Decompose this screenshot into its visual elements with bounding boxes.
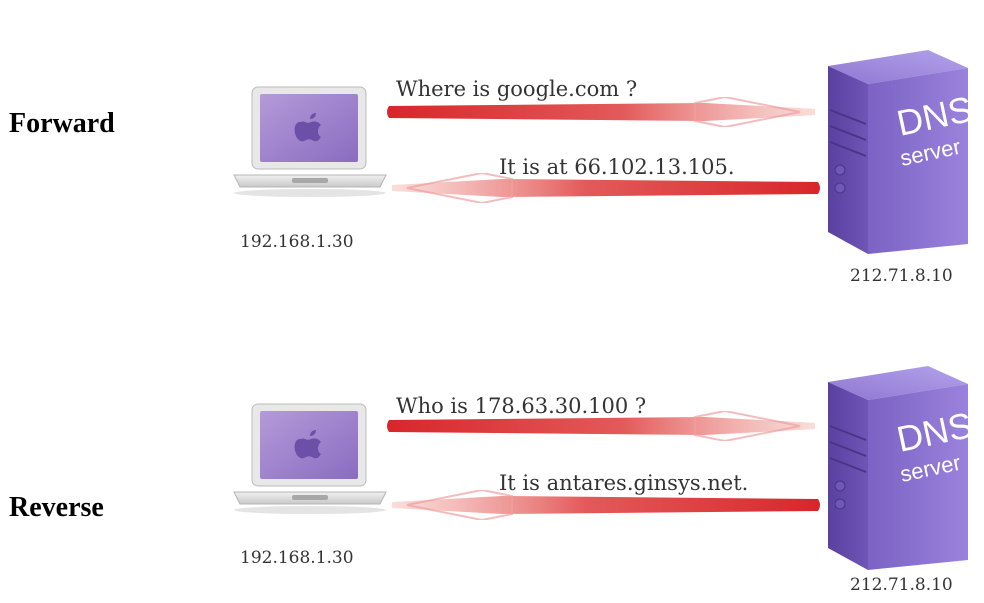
laptop-icon [233,403,387,514]
server-ip: 212.71.8.10 [850,266,953,286]
server-icon: DNS server [828,50,976,254]
server-icon: DNS server [828,366,976,570]
server-ip: 212.71.8.10 [850,575,953,595]
reverse-label: Reverse [9,492,104,523]
response-text: It is antares.ginsys.net. [499,471,749,495]
client-ip: 192.168.1.30 [240,232,354,252]
query-text: Who is 178.63.30.100 ? [396,394,647,418]
client-ip: 192.168.1.30 [240,548,354,568]
response-text: It is at 66.102.13.105. [499,155,735,179]
query-arrow [387,97,815,127]
forward-label: Forward [9,108,115,139]
query-text: Where is google.com ? [396,77,638,101]
laptop-icon [233,86,387,197]
